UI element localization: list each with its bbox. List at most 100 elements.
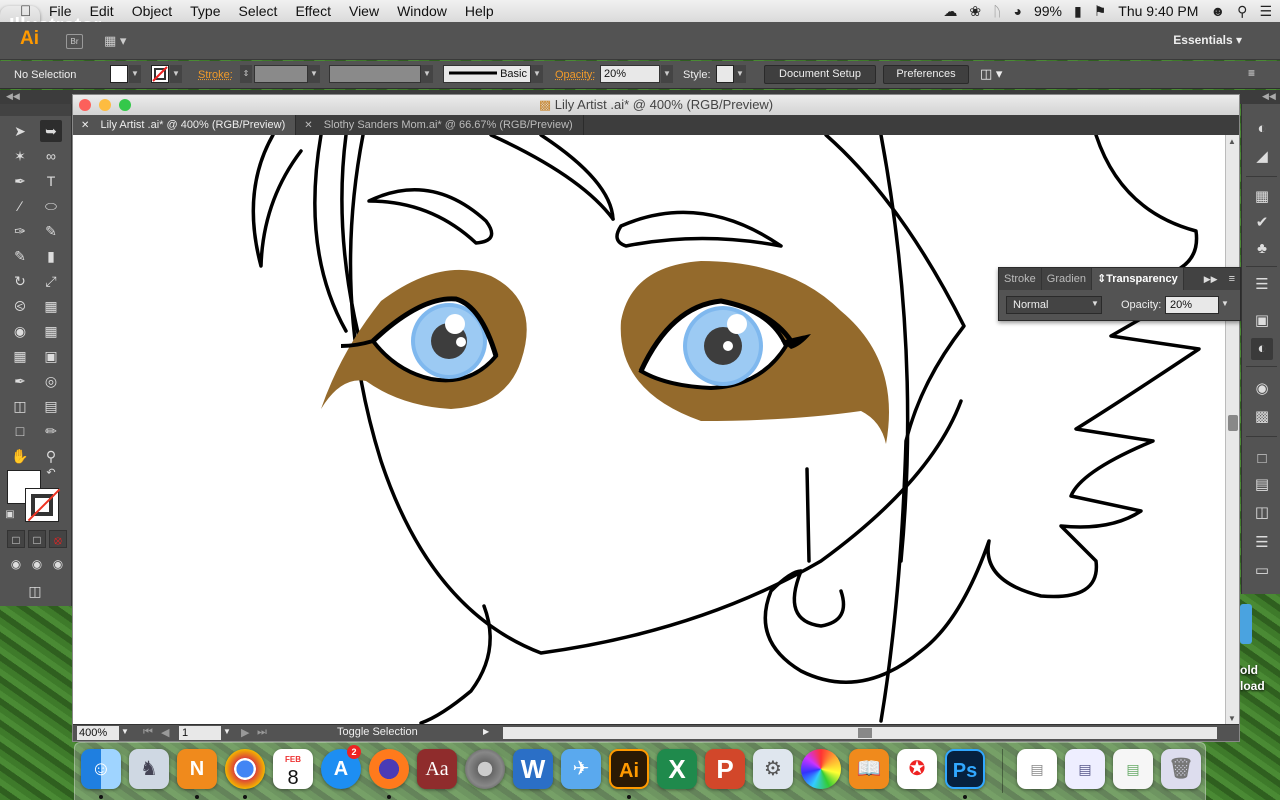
paw-icon[interactable]: ❀ (969, 3, 981, 20)
collapse-panel-icon[interactable]: ▶▶ (1198, 268, 1224, 290)
tools-panel-grip[interactable] (0, 104, 71, 116)
menu-window[interactable]: Window (388, 3, 456, 19)
user-icon[interactable]: ☻ (1210, 3, 1225, 19)
profile-dropdown-icon[interactable]: ▼ (421, 65, 433, 83)
mesh-tool-icon[interactable]: ▦ (9, 345, 31, 367)
brushes-panel-icon[interactable]: ✔ (1251, 212, 1273, 234)
stroke-dropdown-icon[interactable]: ▼ (170, 65, 182, 83)
default-fill-stroke-icon[interactable]: ▣ (3, 508, 17, 522)
vertical-scroll-thumb[interactable] (1228, 415, 1238, 431)
align-panel-icon[interactable]: ▤ (1251, 474, 1273, 496)
battery-percent[interactable]: 99% (1034, 3, 1062, 19)
previous-artboard-icon[interactable]: ◀ (161, 726, 169, 739)
mail-icon[interactable]: ✈ (561, 749, 601, 789)
opacity-dropdown-icon[interactable]: ▼ (661, 65, 673, 83)
notability-icon[interactable]: N (177, 749, 217, 789)
fill-swatch[interactable] (110, 65, 128, 83)
vertical-scrollbar[interactable]: ▲ ▼ (1225, 135, 1239, 725)
free-transform-tool-icon[interactable]: ▦ (40, 295, 62, 317)
finder-icon[interactable]: ☺ (81, 749, 121, 789)
gradient-mode-icon[interactable]: □ (28, 530, 46, 548)
status-toggle-selection[interactable]: Toggle Selection (337, 726, 418, 738)
wifi-icon[interactable]: ◕ (1014, 3, 1022, 19)
eyedropper-tool-icon[interactable]: ✒ (9, 370, 31, 392)
screenshot-stack-icon[interactable]: ▤ (1113, 749, 1153, 789)
scale-tool-icon[interactable]: ⤢ (40, 270, 62, 292)
document-file-icon[interactable]: ▤ (1017, 749, 1057, 789)
graphic-styles-panel-icon[interactable]: ▩ (1251, 406, 1273, 428)
tab-lily-artist[interactable]: ✕ Lily Artist .ai* @ 400% (RGB/Preview) (73, 115, 297, 135)
menu-view[interactable]: View (340, 3, 388, 19)
menu-type[interactable]: Type (181, 3, 229, 19)
artboard-canvas[interactable] (73, 135, 1226, 725)
document-setup-button[interactable]: Document Setup (764, 65, 876, 84)
menu-help[interactable]: Help (456, 3, 503, 19)
transparency-panel-icon[interactable]: ◐ (1251, 338, 1273, 360)
notification-center-icon[interactable]: ☰ (1259, 3, 1272, 20)
system-preferences-icon[interactable] (465, 749, 505, 789)
expand-dock-icon[interactable]: ◀◀ (1262, 91, 1276, 102)
hand-tool-icon[interactable]: ✋ (9, 445, 31, 467)
swap-fill-stroke-icon[interactable]: ↶ (44, 466, 58, 480)
word-icon[interactable]: W (513, 749, 553, 789)
blend-tool-icon[interactable]: ◎ (40, 370, 62, 392)
zoom-dropdown-icon[interactable]: ▼ (121, 727, 129, 736)
artboard-dropdown-icon[interactable]: ▼ (223, 727, 231, 736)
paintbrush-tool-icon[interactable]: ✑ (9, 220, 31, 242)
powerpoint-icon[interactable]: P (705, 749, 745, 789)
desktop-item-label[interactable]: old load (1240, 662, 1265, 694)
layers-panel-icon[interactable]: ☰ (1251, 532, 1273, 554)
collapse-tools-icon[interactable]: ◀◀ (6, 91, 20, 102)
slice-tool-icon[interactable]: ✏ (40, 420, 62, 442)
brush-dropdown-icon[interactable]: ▼ (531, 65, 543, 83)
image-capture-icon[interactable]: ⚙ (753, 749, 793, 789)
draw-inside-icon[interactable]: ◉ (49, 555, 67, 573)
lasso-tool-icon[interactable]: ∞ (40, 145, 62, 167)
zoom-window-icon[interactable] (119, 99, 131, 111)
bluetooth-icon[interactable]: ᚢ (993, 3, 1001, 19)
zoom-level[interactable]: 400% (77, 726, 119, 740)
line-tool-icon[interactable]: ∕ (9, 195, 31, 217)
horizontal-scroll-thumb[interactable] (858, 728, 872, 738)
last-artboard-icon[interactable]: ⏭ (257, 726, 267, 739)
horizontal-scrollbar[interactable] (503, 727, 1217, 739)
close-tab-icon[interactable]: ✕ (304, 120, 312, 131)
flag-icon[interactable]: ⚑ (1094, 3, 1107, 20)
bridge-button[interactable]: Br (66, 34, 83, 49)
magic-wand-tool-icon[interactable]: ✶ (9, 145, 31, 167)
color-mode-icon[interactable]: □ (7, 530, 25, 548)
screen-mode-icon[interactable]: ◫ (24, 580, 46, 602)
spotlight-search-icon[interactable]: ⚲ (1237, 3, 1247, 20)
trash-icon[interactable]: 🗑 (1161, 749, 1201, 789)
preview-icon[interactable]: ♞ (129, 749, 169, 789)
photos-icon[interactable] (801, 749, 841, 789)
tab-transparency[interactable]: ⇕Transparency (1091, 268, 1184, 290)
battery-icon[interactable]: ▮ (1074, 3, 1082, 20)
symbol-sprayer-tool-icon[interactable]: ◫ (9, 395, 31, 417)
transparency-opacity-input[interactable]: 20% (1165, 296, 1219, 314)
chrome-icon[interactable] (225, 749, 265, 789)
preferences-button[interactable]: Preferences (883, 65, 969, 84)
calendar-icon[interactable]: FEB 8 (273, 749, 313, 789)
illustrator-dock-icon[interactable]: Ai (609, 749, 649, 789)
selection-tool-icon[interactable]: ➤ (9, 120, 31, 142)
opacity-slider-dropdown-icon[interactable]: ▼ (1221, 299, 1229, 308)
excel-icon[interactable]: X (657, 749, 697, 789)
scroll-down-icon[interactable]: ▼ (1228, 714, 1236, 723)
stroke-color-swatch[interactable] (25, 488, 59, 522)
none-mode-icon[interactable]: ⦻ (49, 530, 67, 548)
gradient-tool-icon[interactable]: ▣ (40, 345, 62, 367)
type-tool-icon[interactable]: T (40, 170, 62, 192)
tab-slothy-sanders-mom[interactable]: ✕ Slothy Sanders Mom.ai* @ 66.67% (RGB/P… (296, 115, 584, 135)
menu-object[interactable]: Object (123, 3, 181, 19)
photoshop-icon[interactable]: Ps (945, 749, 985, 789)
direct-selection-tool-icon[interactable]: ➥ (40, 120, 62, 142)
menu-effect[interactable]: Effect (286, 3, 340, 19)
rotate-tool-icon[interactable]: ↻ (9, 270, 31, 292)
pencil-tool-icon[interactable]: ✎ (40, 220, 62, 242)
pen-tool-icon[interactable]: ✒ (9, 170, 31, 192)
eraser-tool-icon[interactable]: ▮ (40, 245, 62, 267)
desktop-item[interactable] (1240, 604, 1252, 644)
brush-definition[interactable]: Basic (443, 65, 531, 83)
ellipse-tool-icon[interactable]: ⬭ (40, 195, 62, 217)
